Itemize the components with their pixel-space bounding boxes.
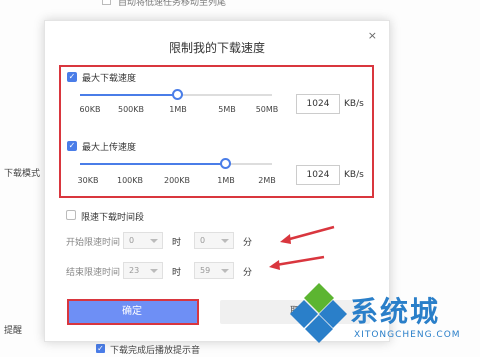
upload-tick: 100KB [116, 176, 144, 185]
background-option-label: 自动将低速任务移动至列尾 [118, 0, 227, 8]
download-limit-checkbox[interactable]: ✓ [67, 72, 77, 82]
start-hour-value: 0 [129, 236, 135, 245]
end-minute-value: 59 [200, 266, 211, 275]
watermark-url: XITONGCHENG.COM [354, 330, 461, 340]
background-checkbox[interactable] [102, 0, 111, 5]
upload-limit-checkbox[interactable]: ✓ [67, 141, 77, 151]
upload-slider-thumb[interactable] [220, 158, 231, 169]
chevron-down-icon [150, 269, 158, 273]
start-minute-value: 0 [200, 236, 206, 245]
minute-unit: 分 [243, 238, 253, 248]
upload-tick: 200KB [163, 176, 191, 185]
download-tick: 5MB [218, 105, 236, 114]
end-hour-select[interactable]: 23 [123, 262, 163, 279]
time-limit-checkbox[interactable] [66, 210, 76, 220]
upload-tick: 1MB [217, 176, 235, 185]
start-minute-select[interactable]: 0 [194, 232, 234, 249]
upload-limit-label: 最大上传速度 [82, 143, 137, 153]
chevron-down-icon [150, 239, 158, 243]
hour-unit: 时 [172, 238, 182, 248]
annotation-arrow-icon [280, 225, 335, 244]
upload-tick: 30KB [77, 176, 99, 185]
download-tick: 60KB [79, 105, 101, 114]
download-mode-label: 下载模式 [4, 169, 41, 179]
reminder-label: 提醒 [4, 326, 23, 336]
chevron-down-icon [221, 239, 229, 243]
close-icon[interactable]: × [368, 29, 377, 42]
end-minute-select[interactable]: 59 [194, 262, 234, 279]
download-slider-thumb[interactable] [172, 89, 183, 100]
time-limit-label: 限速下载时间段 [81, 213, 145, 223]
minute-unit: 分 [243, 268, 253, 278]
download-tick: 500KB [117, 105, 145, 114]
start-time-label: 开始限速时间 [66, 238, 121, 248]
download-speed-input[interactable]: 1024 [296, 94, 340, 114]
end-hour-value: 23 [129, 266, 140, 275]
download-tick: 1MB [169, 105, 187, 114]
upload-slider-track[interactable] [80, 163, 272, 165]
download-limit-label: 最大下载速度 [82, 74, 137, 84]
background-option-row: 自动将低速任务移动至列尾 [92, 0, 432, 8]
start-hour-select[interactable]: 0 [123, 232, 163, 249]
upload-tick: 2MB [258, 176, 276, 185]
play-sound-checkbox[interactable]: ✓ [96, 344, 105, 353]
watermark-text: 系统城 [350, 295, 441, 328]
download-speed-unit: KB/s [344, 99, 364, 109]
play-sound-label: 下载完成后播放提示音 [110, 346, 201, 356]
end-time-label: 结束限速时间 [66, 268, 121, 278]
dialog-title: 限制我的下载速度 [168, 41, 265, 55]
chevron-down-icon [221, 269, 229, 273]
watermark-logo-icon [290, 283, 347, 343]
hour-unit: 时 [172, 268, 182, 278]
confirm-button-highlight [67, 299, 199, 325]
upload-speed-input[interactable]: 1024 [296, 165, 340, 185]
annotation-arrow-icon [269, 255, 325, 270]
download-tick: 50MB [255, 105, 279, 114]
upload-speed-unit: KB/s [344, 170, 364, 180]
